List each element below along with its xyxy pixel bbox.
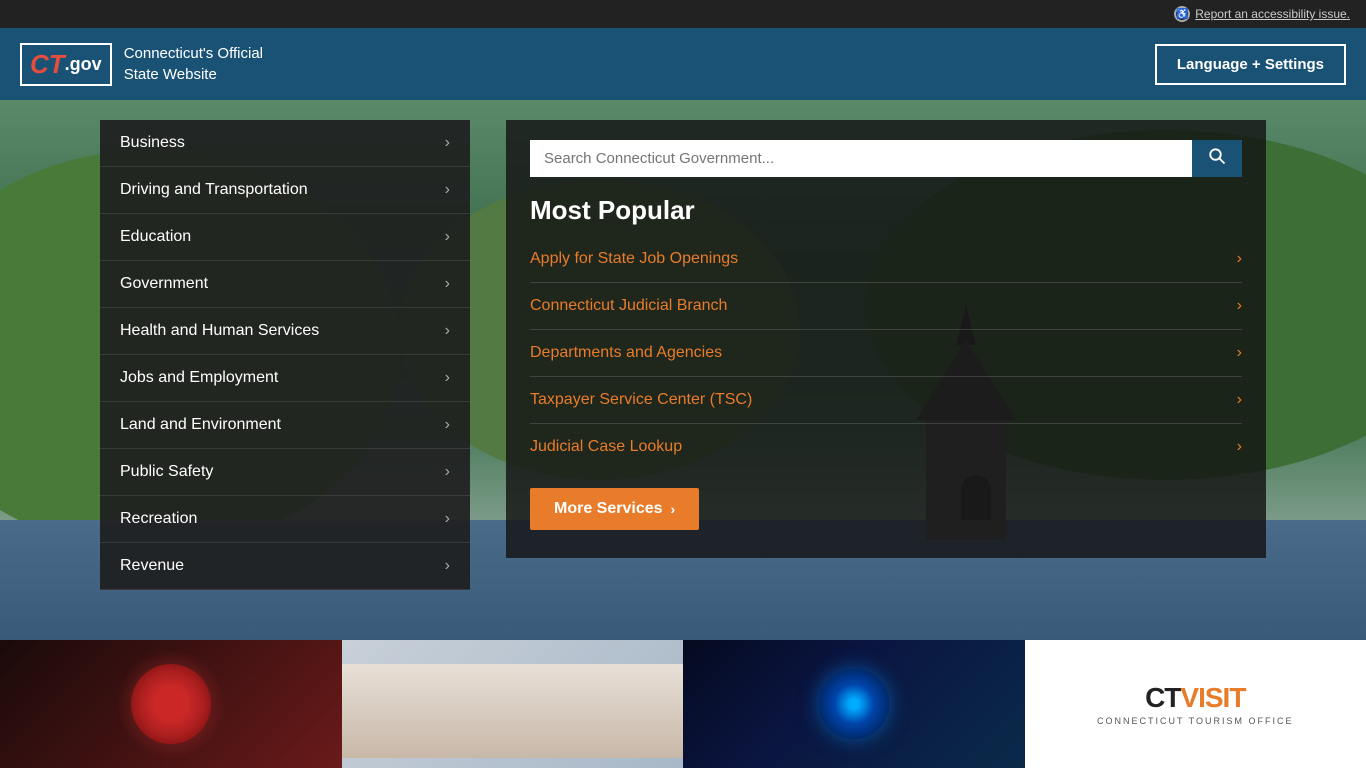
nav-item-revenue[interactable]: Revenue ›: [100, 543, 470, 590]
popular-label-judicial-branch: Connecticut Judicial Branch: [530, 297, 727, 315]
popular-arrow-judicial-branch: ›: [1237, 297, 1242, 315]
ctvisit-visit: VISIT: [1180, 682, 1245, 713]
nav-label-revenue: Revenue: [120, 557, 184, 575]
popular-item-departments-agencies[interactable]: Departments and Agencies ›: [530, 330, 1242, 377]
search-input[interactable]: [530, 140, 1192, 177]
nav-arrow-revenue: ›: [445, 557, 450, 575]
popular-arrow-taxpayer: ›: [1237, 391, 1242, 409]
ctvisit-subtitle: Connecticut Tourism Office: [1097, 716, 1294, 726]
nav-menu: Business › Driving and Transportation › …: [100, 120, 470, 590]
nav-label-public-safety: Public Safety: [120, 463, 213, 481]
popular-label-departments-agencies: Departments and Agencies: [530, 344, 722, 362]
nav-item-business[interactable]: Business ›: [100, 120, 470, 167]
nav-arrow-government: ›: [445, 275, 450, 293]
nav-label-business: Business: [120, 134, 185, 152]
nav-label-driving-transportation: Driving and Transportation: [120, 181, 308, 199]
top-bar: ♿ Report an accessibility issue.: [0, 0, 1366, 28]
popular-arrow-judicial-case: ›: [1237, 438, 1242, 456]
logo-gov: .gov: [65, 54, 102, 75]
popular-label-taxpayer-service: Taxpayer Service Center (TSC): [530, 391, 752, 409]
bio-image: [819, 669, 889, 739]
accessibility-icon: ♿: [1174, 6, 1190, 22]
bottom-cards: CTVISIT Connecticut Tourism Office: [0, 640, 1366, 768]
popular-item-state-jobs[interactable]: Apply for State Job Openings ›: [530, 236, 1242, 283]
nav-arrow-education: ›: [445, 228, 450, 246]
nav-item-driving-transportation[interactable]: Driving and Transportation ›: [100, 167, 470, 214]
search-icon: [1208, 147, 1226, 165]
hero-section: Business › Driving and Transportation › …: [0, 100, 1366, 640]
nav-label-recreation: Recreation: [120, 510, 197, 528]
nav-item-jobs-employment[interactable]: Jobs and Employment ›: [100, 355, 470, 402]
right-panel: Most Popular Apply for State Job Opening…: [506, 120, 1266, 558]
site-name-line2: State Website: [124, 64, 263, 85]
nav-arrow-public-safety: ›: [445, 463, 450, 481]
ctvisit-ct: CT: [1145, 682, 1180, 713]
popular-label-judicial-case-lookup: Judicial Case Lookup: [530, 438, 682, 456]
nav-label-government: Government: [120, 275, 208, 293]
popular-arrow-state-jobs: ›: [1237, 250, 1242, 268]
nav-item-recreation[interactable]: Recreation ›: [100, 496, 470, 543]
more-services-chevron-icon: ›: [671, 501, 676, 517]
nav-label-land-environment: Land and Environment: [120, 416, 281, 434]
nav-item-government[interactable]: Government ›: [100, 261, 470, 308]
nav-arrow-business: ›: [445, 134, 450, 152]
card-virus[interactable]: [0, 640, 342, 768]
more-services-button[interactable]: More Services ›: [530, 488, 699, 530]
nav-item-public-safety[interactable]: Public Safety ›: [100, 449, 470, 496]
nav-arrow-driving: ›: [445, 181, 450, 199]
nav-arrow-recreation: ›: [445, 510, 450, 528]
nav-arrow-land: ›: [445, 416, 450, 434]
search-bar: [530, 140, 1242, 177]
popular-item-taxpayer-service[interactable]: Taxpayer Service Center (TSC) ›: [530, 377, 1242, 424]
language-settings-button[interactable]: Language + Settings: [1155, 44, 1346, 85]
search-button[interactable]: [1192, 140, 1242, 177]
nav-item-land-environment[interactable]: Land and Environment ›: [100, 402, 470, 449]
nav-label-jobs-employment: Jobs and Employment: [120, 369, 278, 387]
logo-area[interactable]: CT.gov Connecticut's Official State Webs…: [20, 43, 263, 86]
logo-text: Connecticut's Official State Website: [124, 43, 263, 85]
popular-item-judicial-case-lookup[interactable]: Judicial Case Lookup ›: [530, 424, 1242, 470]
logo-ct: CT: [30, 49, 65, 80]
header: CT.gov Connecticut's Official State Webs…: [0, 28, 1366, 100]
popular-item-judicial-branch[interactable]: Connecticut Judicial Branch ›: [530, 283, 1242, 330]
popular-label-state-jobs: Apply for State Job Openings: [530, 250, 738, 268]
accessibility-label: Report an accessibility issue.: [1195, 7, 1350, 21]
nav-item-health-human-services[interactable]: Health and Human Services ›: [100, 308, 470, 355]
people-image: [342, 664, 684, 758]
accessibility-link[interactable]: ♿ Report an accessibility issue.: [1174, 6, 1350, 22]
nav-item-education[interactable]: Education ›: [100, 214, 470, 261]
site-name-line1: Connecticut's Official: [124, 43, 263, 64]
ctvisit-logo: CTVISIT: [1145, 682, 1245, 714]
popular-arrow-departments: ›: [1237, 344, 1242, 362]
card-ctvisit[interactable]: CTVISIT Connecticut Tourism Office: [1025, 640, 1366, 768]
most-popular-title: Most Popular: [530, 195, 1242, 226]
logo-box: CT.gov: [20, 43, 112, 86]
nav-label-education: Education: [120, 228, 191, 246]
card-people[interactable]: [342, 640, 684, 768]
card-bio[interactable]: [683, 640, 1025, 768]
nav-arrow-health: ›: [445, 322, 450, 340]
more-services-label: More Services: [554, 500, 663, 518]
nav-label-health-human-services: Health and Human Services: [120, 322, 319, 340]
virus-image: [131, 664, 211, 744]
nav-arrow-jobs: ›: [445, 369, 450, 387]
